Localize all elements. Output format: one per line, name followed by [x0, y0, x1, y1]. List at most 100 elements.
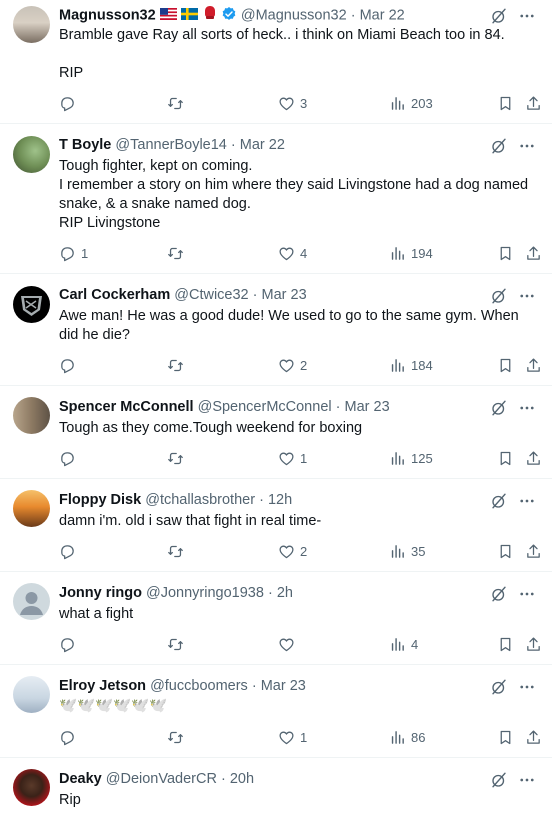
author-name[interactable]: Spencer McConnell: [59, 399, 194, 415]
tweet[interactable]: Magnusson32 @Magnusson32 · Mar 22 Brambl…: [0, 0, 552, 124]
retweet-button[interactable]: [167, 448, 189, 468]
grok-icon[interactable]: [490, 771, 508, 789]
grok-icon[interactable]: [490, 585, 508, 603]
bookmark-button[interactable]: [497, 448, 514, 468]
avatar[interactable]: [13, 136, 50, 173]
tweet[interactable]: Floppy Disk @tchallasbrother · 12h damn …: [0, 479, 552, 572]
views-button[interactable]: 194: [389, 243, 433, 263]
views-button[interactable]: 125: [389, 448, 433, 468]
more-icon[interactable]: [518, 678, 536, 696]
avatar[interactable]: [13, 583, 50, 620]
avatar[interactable]: [13, 769, 50, 806]
avatar[interactable]: [13, 397, 50, 434]
retweet-button[interactable]: [167, 634, 189, 654]
reply-button[interactable]: [59, 448, 81, 468]
like-button[interactable]: 2: [278, 355, 307, 375]
share-button[interactable]: [525, 243, 542, 263]
reply-button[interactable]: [59, 727, 81, 747]
share-button[interactable]: [525, 355, 542, 375]
like-button[interactable]: [278, 634, 300, 654]
grok-icon[interactable]: [490, 287, 508, 305]
grok-icon[interactable]: [490, 678, 508, 696]
avatar[interactable]: [13, 286, 50, 323]
views-button[interactable]: 184: [389, 355, 433, 375]
tweet[interactable]: T Boyle @TannerBoyle14 · Mar 22 Tough fi…: [0, 124, 552, 274]
share-button[interactable]: [525, 541, 542, 561]
timestamp[interactable]: 2h: [277, 585, 293, 601]
author-handle[interactable]: @SpencerMcConnel: [198, 399, 332, 415]
timestamp[interactable]: Mar 22: [360, 7, 405, 23]
reply-button[interactable]: [59, 634, 81, 654]
timestamp[interactable]: 12h: [268, 492, 292, 508]
author-handle[interactable]: @tchallasbrother: [145, 492, 255, 508]
like-button[interactable]: 4: [278, 243, 307, 263]
author-handle[interactable]: @Jonnyringo1938: [146, 585, 264, 601]
avatar[interactable]: [13, 676, 50, 713]
more-icon[interactable]: [518, 137, 536, 155]
bookmark-button[interactable]: [497, 727, 514, 747]
author-handle[interactable]: @DeionVaderCR: [106, 771, 217, 787]
author-name[interactable]: Carl Cockerham: [59, 287, 170, 303]
timestamp[interactable]: Mar 23: [345, 399, 390, 415]
reply-button[interactable]: 1: [59, 243, 88, 263]
more-icon[interactable]: [518, 399, 536, 417]
timestamp[interactable]: Mar 23: [261, 678, 306, 694]
bookmark-button[interactable]: [497, 355, 514, 375]
grok-icon[interactable]: [490, 399, 508, 417]
author-name[interactable]: Deaky: [59, 771, 102, 787]
author-handle[interactable]: @TannerBoyle14: [115, 137, 226, 153]
views-button[interactable]: 203: [389, 93, 433, 113]
reply-button[interactable]: [59, 355, 81, 375]
like-button[interactable]: 1: [278, 727, 307, 747]
views-button[interactable]: 35: [389, 541, 425, 561]
timestamp[interactable]: 20h: [230, 771, 254, 787]
retweet-button[interactable]: [167, 243, 189, 263]
author-handle[interactable]: @Ctwice32: [174, 287, 248, 303]
share-button[interactable]: [525, 448, 542, 468]
reply-button[interactable]: [59, 93, 81, 113]
author-handle[interactable]: @fuccboomers: [150, 678, 248, 694]
timestamp[interactable]: Mar 22: [240, 137, 285, 153]
bookmark-button[interactable]: [497, 243, 514, 263]
avatar[interactable]: [13, 6, 50, 43]
avatar[interactable]: [13, 490, 50, 527]
tweet[interactable]: Jonny ringo @Jonnyringo1938 · 2h what a …: [0, 572, 552, 665]
retweet-button[interactable]: [167, 727, 189, 747]
bookmark-icon: [497, 450, 514, 467]
tweet[interactable]: Elroy Jetson @fuccboomers · Mar 23 🕊️🕊️🕊…: [0, 665, 552, 758]
share-icon: [525, 636, 542, 653]
retweet-button[interactable]: [167, 93, 189, 113]
like-button[interactable]: 2: [278, 541, 307, 561]
bookmark-button[interactable]: [497, 634, 514, 654]
bookmark-button[interactable]: [497, 93, 514, 113]
share-button[interactable]: [525, 93, 542, 113]
retweet-button[interactable]: [167, 355, 189, 375]
author-name[interactable]: Magnusson32: [59, 7, 156, 23]
more-icon[interactable]: [518, 771, 536, 789]
more-icon[interactable]: [518, 585, 536, 603]
share-button[interactable]: [525, 634, 542, 654]
grok-icon[interactable]: [490, 492, 508, 510]
like-button[interactable]: 1: [278, 448, 307, 468]
grok-icon[interactable]: [490, 7, 508, 25]
more-icon[interactable]: [518, 7, 536, 25]
more-icon[interactable]: [518, 492, 536, 510]
timestamp[interactable]: Mar 23: [262, 287, 307, 303]
author-name[interactable]: Elroy Jetson: [59, 678, 146, 694]
tweet[interactable]: Spencer McConnell @SpencerMcConnel · Mar…: [0, 386, 552, 479]
retweet-button[interactable]: [167, 541, 189, 561]
grok-icon[interactable]: [490, 137, 508, 155]
author-handle[interactable]: @Magnusson32: [241, 7, 347, 23]
views-button[interactable]: 86: [389, 727, 425, 747]
author-name[interactable]: Floppy Disk: [59, 492, 141, 508]
reply-button[interactable]: [59, 541, 81, 561]
tweet[interactable]: Deaky @DeionVaderCR · 20h Rip: [0, 758, 552, 815]
author-name[interactable]: T Boyle: [59, 137, 111, 153]
more-icon[interactable]: [518, 287, 536, 305]
like-button[interactable]: 3: [278, 93, 307, 113]
bookmark-button[interactable]: [497, 541, 514, 561]
tweet[interactable]: Carl Cockerham @Ctwice32 · Mar 23 Awe ma…: [0, 274, 552, 386]
views-button[interactable]: 4: [389, 634, 418, 654]
share-button[interactable]: [525, 727, 542, 747]
author-name[interactable]: Jonny ringo: [59, 585, 142, 601]
